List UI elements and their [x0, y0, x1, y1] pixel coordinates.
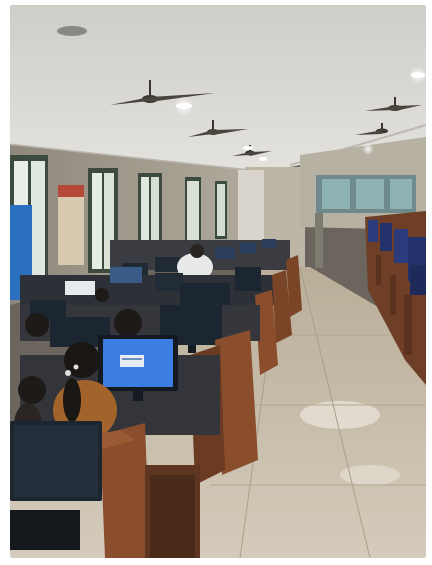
chair	[380, 223, 392, 251]
person-head	[95, 288, 109, 302]
chair	[410, 265, 426, 295]
notice-board-header	[58, 185, 84, 197]
monitor-screen-window	[122, 358, 142, 360]
ceiling-light-icon	[259, 157, 267, 161]
desk-leg	[404, 295, 412, 355]
chair	[394, 229, 408, 263]
person-hair	[63, 378, 81, 422]
window-light	[217, 184, 225, 236]
computer-lab-scene	[10, 5, 426, 558]
far-monitor	[262, 239, 276, 248]
monitor	[155, 273, 183, 291]
monitor	[235, 267, 261, 291]
ceiling-light-icon	[174, 96, 194, 116]
office-window-panel	[322, 179, 350, 209]
chair	[368, 220, 378, 242]
far-monitor	[240, 243, 256, 253]
ceiling-light-icon	[57, 26, 87, 36]
monitor-stand	[133, 391, 143, 401]
desk-leg	[390, 275, 396, 315]
person-standing	[315, 213, 323, 268]
hair-clip	[65, 370, 71, 376]
person-head	[25, 313, 49, 337]
monitor	[65, 281, 95, 295]
desk-side	[150, 475, 195, 558]
ceiling-light-icon	[243, 146, 253, 150]
ceiling-light-icon	[362, 143, 374, 155]
person-head	[114, 309, 142, 337]
floor-reflection	[340, 465, 400, 485]
monitor-stand	[188, 345, 196, 353]
hair-clip	[73, 364, 79, 370]
window-light	[187, 181, 199, 243]
office-window-panel	[390, 179, 412, 209]
office-window-panel	[356, 179, 384, 209]
keyboard	[10, 510, 80, 550]
photo-frame	[0, 0, 432, 565]
monitor-screen-window	[120, 355, 144, 367]
window-light	[31, 161, 45, 291]
person-head	[18, 376, 46, 404]
far-monitor	[155, 257, 179, 272]
far-monitor	[215, 247, 235, 259]
desk-leg	[376, 255, 381, 285]
monitor-bezel	[14, 425, 98, 497]
person-head	[190, 244, 204, 258]
window-light	[92, 173, 102, 269]
monitor	[110, 267, 142, 283]
computer-lab-photo	[10, 5, 426, 558]
